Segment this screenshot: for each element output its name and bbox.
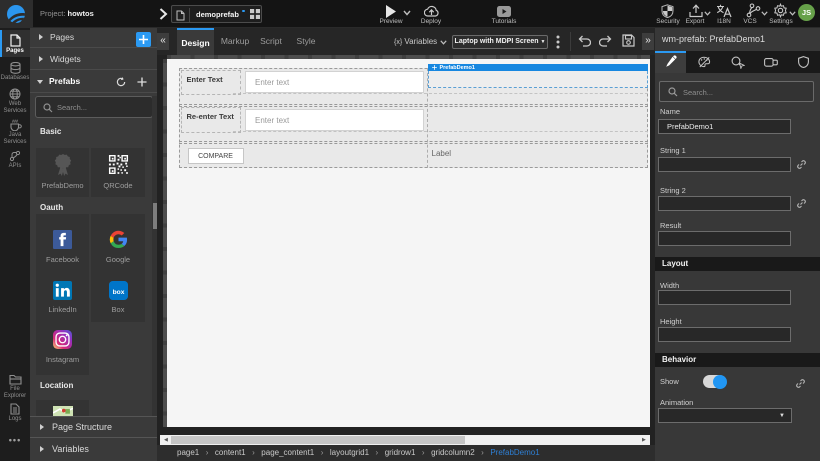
svg-text:box: box: [112, 289, 124, 296]
